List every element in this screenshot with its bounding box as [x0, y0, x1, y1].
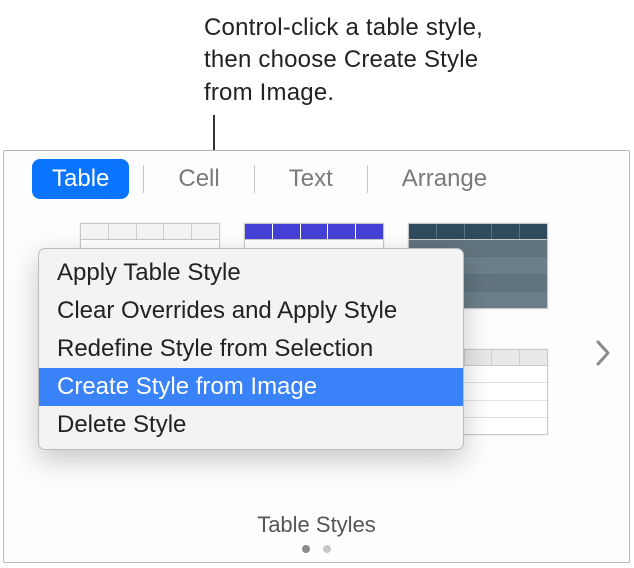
menu-item-delete-style[interactable]: Delete Style	[39, 406, 463, 444]
menu-item-apply-table-style[interactable]: Apply Table Style	[39, 254, 463, 292]
menu-item-redefine-style[interactable]: Redefine Style from Selection	[39, 330, 463, 368]
menu-item-clear-overrides[interactable]: Clear Overrides and Apply Style	[39, 292, 463, 330]
callout-line2: then choose Create Style	[204, 46, 478, 73]
menu-item-create-style-from-image[interactable]: Create Style from Image	[39, 368, 463, 406]
page-dots[interactable]	[4, 540, 629, 558]
context-menu: Apply Table Style Clear Overrides and Ap…	[38, 248, 464, 450]
tab-separator	[143, 165, 144, 193]
callout-line3: from Image.	[204, 79, 334, 106]
page-dot[interactable]	[323, 545, 331, 553]
tab-arrange[interactable]: Arrange	[382, 159, 507, 199]
tab-separator	[367, 165, 368, 193]
page-dot[interactable]	[302, 545, 310, 553]
tab-table[interactable]: Table	[32, 159, 129, 199]
tab-cell[interactable]: Cell	[158, 159, 239, 199]
inspector-tabbar: Table Cell Text Arrange	[4, 151, 629, 207]
callout-text: Control-click a table style, then choose…	[204, 12, 483, 109]
table-styles-label: Table Styles	[4, 512, 629, 538]
tab-text[interactable]: Text	[269, 159, 353, 199]
tab-separator	[254, 165, 255, 193]
callout-line1: Control-click a table style,	[204, 14, 483, 41]
next-page-button[interactable]	[595, 339, 611, 367]
